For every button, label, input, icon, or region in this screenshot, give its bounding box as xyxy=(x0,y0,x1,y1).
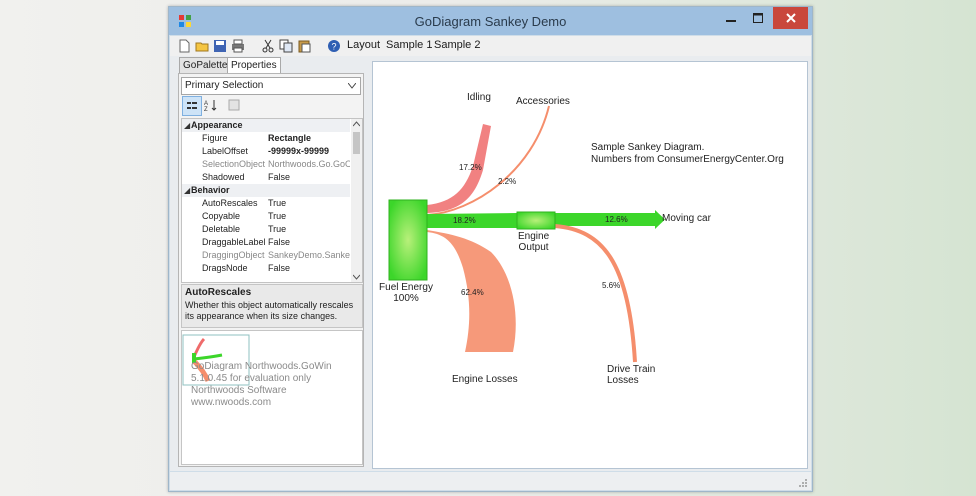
alphabetical-button[interactable]: AZ xyxy=(202,96,220,114)
close-button[interactable] xyxy=(773,7,808,29)
diagram-canvas[interactable]: Idling Accessories Sample Sankey Diagram… xyxy=(372,61,808,469)
moving-car-percent: 12.6% xyxy=(605,215,628,224)
property-description: AutoRescales Whether this object automat… xyxy=(181,284,363,328)
categorized-icon xyxy=(187,102,197,109)
scroll-up-icon[interactable] xyxy=(353,121,360,127)
property-row[interactable]: Shadowed False xyxy=(182,171,350,184)
svg-text:Z: Z xyxy=(204,107,208,111)
property-row[interactable]: LabelOffset -99999x-99999 xyxy=(182,145,350,158)
resize-grip-icon[interactable] xyxy=(798,478,808,488)
accessories-label: Accessories xyxy=(516,96,570,107)
tab-properties[interactable]: Properties xyxy=(227,57,281,74)
property-pages-button[interactable] xyxy=(225,96,243,114)
print-icon[interactable] xyxy=(231,39,245,53)
copy-icon[interactable] xyxy=(279,39,293,53)
layout-menu[interactable]: Layout xyxy=(347,39,380,51)
engine-losses-percent: 62.4% xyxy=(461,288,484,297)
categorized-button[interactable] xyxy=(182,96,202,116)
property-row[interactable]: DraggableLabel False xyxy=(182,236,350,249)
tab-gopalette[interactable]: GoPalette xyxy=(179,57,232,74)
scroll-down-icon[interactable] xyxy=(353,274,360,280)
minimize-icon xyxy=(726,20,736,22)
diagram-note-line2: Numbers from ConsumerEnergyCenter.Org xyxy=(591,154,784,165)
status-bar xyxy=(170,472,811,490)
moving-car-label: Moving car xyxy=(662,213,711,224)
title-bar[interactable]: GoDiagram Sankey Demo xyxy=(169,7,812,35)
overview-panel: GoDiagram Northwoods.GoWin 5.1.0.45 for … xyxy=(181,330,363,465)
property-grid: ◢ Appearance Figure Rectangle LabelOffset -… xyxy=(181,118,363,283)
property-row[interactable]: DragsNode False xyxy=(182,262,350,275)
accessories-percent: 2.2% xyxy=(498,177,517,186)
maximize-button[interactable] xyxy=(745,7,771,29)
fuel-energy-node[interactable] xyxy=(388,199,428,281)
idling-label: Idling xyxy=(467,92,491,103)
engine-output-percent: 18.2% xyxy=(453,216,476,225)
maximize-icon xyxy=(753,13,763,23)
open-folder-icon[interactable] xyxy=(195,39,209,53)
save-icon[interactable] xyxy=(213,39,227,53)
property-row[interactable]: DraggingObjectSankeyDemo.SankeyNode xyxy=(182,249,350,262)
property-row[interactable]: AutoRescales True xyxy=(182,197,350,210)
toolbar: ? Layout Sample 1 Sample 2 xyxy=(170,36,811,56)
engine-losses-label: Engine Losses xyxy=(452,374,518,385)
category-behavior[interactable]: ◢ Behavior xyxy=(182,184,350,197)
fuel-energy-label: Fuel Energy 100% xyxy=(379,282,433,304)
evaluation-watermark: GoDiagram Northwoods.GoWin 5.1.0.45 for … xyxy=(191,361,332,408)
help-icon[interactable]: ? xyxy=(327,39,341,53)
engine-output-label: Engine Output xyxy=(518,231,550,253)
chevron-down-icon xyxy=(348,83,356,89)
svg-text:?: ? xyxy=(331,42,336,52)
category-appearance[interactable]: ◢ Appearance xyxy=(182,119,350,132)
description-title: AutoRescales xyxy=(185,287,252,298)
selection-dropdown[interactable]: Primary Selection xyxy=(181,77,361,95)
new-file-icon[interactable] xyxy=(177,39,191,53)
sample1-menu[interactable]: Sample 1 xyxy=(386,39,432,51)
property-row[interactable]: Figure Rectangle xyxy=(182,132,350,145)
close-icon xyxy=(785,13,796,23)
drive-train-label: Drive Train Losses xyxy=(607,364,656,386)
drive-train-percent: 5.6% xyxy=(602,281,621,290)
idling-percent: 17.2% xyxy=(459,163,482,172)
properties-panel: Primary Selection AZ ◢ Appearance Figure R… xyxy=(178,73,364,467)
sort-az-icon: AZ xyxy=(204,100,217,111)
engine-output-node[interactable] xyxy=(516,211,556,230)
property-row[interactable]: Deletable True xyxy=(182,223,350,236)
client-area: GoPalette Properties Primary Selection A… xyxy=(170,56,811,471)
cut-icon[interactable] xyxy=(261,39,275,53)
minimize-button[interactable] xyxy=(718,7,744,29)
accessories-link[interactable] xyxy=(426,105,550,216)
property-row[interactable]: Copyable True xyxy=(182,210,350,223)
paste-icon[interactable] xyxy=(297,39,311,53)
property-row[interactable]: SelectionObjectNorthwoods.Go.GoObject xyxy=(182,158,350,171)
drive-train-link[interactable] xyxy=(554,224,637,363)
scrollbar-thumb[interactable] xyxy=(353,132,360,154)
description-text: Whether this object automatically rescal… xyxy=(185,300,354,321)
window-title: GoDiagram Sankey Demo xyxy=(414,14,567,29)
selection-value: Primary Selection xyxy=(185,80,264,91)
app-window: GoDiagram Sankey Demo ? Layout Sample 1 … xyxy=(168,6,813,492)
property-pages-icon xyxy=(228,99,240,111)
diagram-note-line1: Sample Sankey Diagram. xyxy=(591,142,705,153)
property-grid-scrollbar[interactable] xyxy=(351,119,362,282)
sankey-diagram xyxy=(388,105,665,363)
sample2-menu[interactable]: Sample 2 xyxy=(434,39,480,51)
